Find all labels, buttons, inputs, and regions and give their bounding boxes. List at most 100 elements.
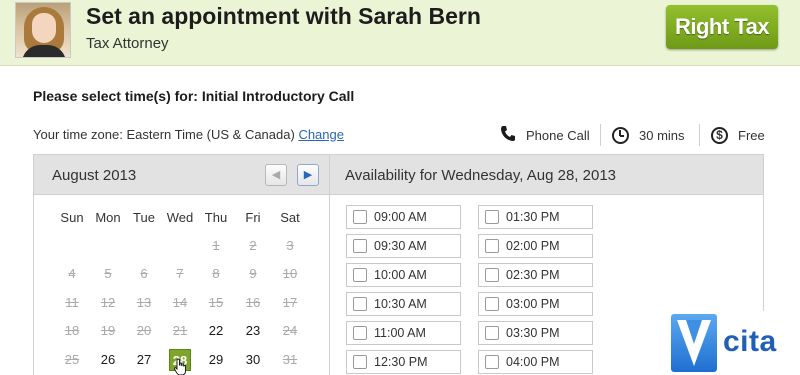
time-slot-label: 01:30 PM <box>506 210 560 224</box>
meeting-type-label: Phone Call <box>526 127 590 143</box>
vcita-watermark: cita <box>667 311 800 375</box>
time-slot-label: 09:30 AM <box>374 239 427 253</box>
weekday-header: Thu <box>204 210 228 225</box>
brand-logo: Right Tax <box>666 5 778 49</box>
vcita-wordmark: cita <box>723 325 777 358</box>
hand-cursor-icon <box>174 358 186 375</box>
time-slot-label: 02:30 PM <box>506 268 560 282</box>
time-slot-checkbox[interactable] <box>485 268 499 282</box>
time-slot[interactable]: 03:00 PM <box>478 292 593 316</box>
calendar-day: 25 <box>64 352 80 367</box>
vcita-logo <box>671 314 717 372</box>
weekday-header: Sun <box>60 210 84 225</box>
calendar-day[interactable]: 27 <box>129 349 159 371</box>
time-slot-checkbox[interactable] <box>485 326 499 340</box>
meeting-price: $ Free <box>711 121 765 149</box>
calendar-day[interactable]: 23 <box>238 320 268 342</box>
timezone-change-link[interactable]: Change <box>298 127 344 142</box>
time-slot-checkbox[interactable] <box>485 210 499 224</box>
calendar-day: 13 <box>136 295 152 310</box>
time-slot[interactable]: 10:00 AM <box>346 263 461 287</box>
avatar <box>15 2 71 58</box>
meta-divider <box>600 124 601 146</box>
clock-icon <box>612 126 629 144</box>
calendar-day[interactable]: 26 <box>93 349 123 371</box>
calendar-header: August 2013 ◀ ▶ <box>33 154 330 195</box>
weekday-header: Sat <box>280 210 300 225</box>
availability-header: Availability for Wednesday, Aug 28, 2013 <box>330 154 764 195</box>
calendar-month-label: August 2013 <box>52 167 137 184</box>
meeting-type: Phone Call <box>500 121 590 149</box>
phone-icon <box>500 125 516 145</box>
weekday-header: Fri <box>245 210 261 225</box>
page-subtitle: Tax Attorney <box>86 35 169 52</box>
time-slot[interactable]: 02:30 PM <box>478 263 593 287</box>
calendar-day: 5 <box>104 266 112 281</box>
time-slot-label: 10:00 AM <box>374 268 427 282</box>
time-slot-label: 03:30 PM <box>506 326 560 340</box>
time-slot-checkbox[interactable] <box>485 239 499 253</box>
time-slot-label: 09:00 AM <box>374 210 427 224</box>
time-slot[interactable]: 09:30 AM <box>346 234 461 258</box>
page-header: Set an appointment with Sarah Bern Tax A… <box>0 0 800 66</box>
time-slot-label: 11:00 AM <box>374 326 426 340</box>
time-slot-label: 03:00 PM <box>506 297 560 311</box>
calendar-day: 17 <box>282 295 298 310</box>
calendar-day[interactable]: 30 <box>238 349 268 371</box>
calendar-day: 3 <box>286 238 294 253</box>
calendar-day: 2 <box>249 238 257 253</box>
time-slot-checkbox[interactable] <box>353 210 367 224</box>
calendar-day: 18 <box>64 323 80 338</box>
chevron-right-icon: ▶ <box>303 169 313 181</box>
calendar-day: 20 <box>136 323 152 338</box>
service-prompt: Please select time(s) for: Initial Intro… <box>33 88 355 104</box>
calendar-day: 12 <box>100 295 116 310</box>
time-slot-checkbox[interactable] <box>353 355 367 369</box>
time-slot-checkbox[interactable] <box>485 297 499 311</box>
calendar-day: 9 <box>249 266 257 281</box>
time-slot[interactable]: 01:30 PM <box>478 205 593 229</box>
time-slot[interactable]: 11:00 AM <box>346 321 461 345</box>
chevron-left-icon: ◀ <box>271 169 281 181</box>
time-slot[interactable]: 09:00 AM <box>346 205 461 229</box>
time-slot[interactable]: 04:00 PM <box>478 350 593 374</box>
prev-month-button[interactable]: ◀ <box>265 164 287 186</box>
weekday-header: Mon <box>95 210 121 225</box>
time-slot-label: 04:00 PM <box>506 355 560 369</box>
time-slot-checkbox[interactable] <box>353 297 367 311</box>
timezone-label: Your time zone: Eastern Time (US & Canad… <box>33 127 295 142</box>
calendar-day: 6 <box>140 266 148 281</box>
meeting-duration: 30 mins <box>612 121 685 149</box>
time-slot-checkbox[interactable] <box>353 268 367 282</box>
next-month-button[interactable]: ▶ <box>297 164 319 186</box>
calendar-day[interactable]: 22 <box>201 320 231 342</box>
calendar-day: 4 <box>68 266 76 281</box>
weekday-header: Tue <box>133 210 155 225</box>
calendar-day: 14 <box>172 295 188 310</box>
calendar-day: 11 <box>65 295 79 310</box>
time-slot-checkbox[interactable] <box>353 326 367 340</box>
weekday-header: Wed <box>166 210 194 225</box>
time-slot[interactable]: 03:30 PM <box>478 321 593 345</box>
time-slot[interactable]: 02:00 PM <box>478 234 593 258</box>
calendar-day: 21 <box>172 323 188 338</box>
time-slot-label: 02:00 PM <box>506 239 560 253</box>
dollar-icon: $ <box>711 126 728 144</box>
calendar-day: 10 <box>282 266 298 281</box>
time-slot-checkbox[interactable] <box>485 355 499 369</box>
duration-label: 30 mins <box>639 127 685 143</box>
time-slot[interactable]: 12:30 PM <box>346 350 461 374</box>
calendar-day: 1 <box>212 238 220 253</box>
price-label: Free <box>738 127 765 143</box>
availability-title: Availability for Wednesday, Aug 28, 2013 <box>345 167 617 184</box>
time-slot-label: 12:30 PM <box>374 355 428 369</box>
time-slot-checkbox[interactable] <box>353 239 367 253</box>
calendar-day: 15 <box>208 295 224 310</box>
time-slot[interactable]: 10:30 AM <box>346 292 461 316</box>
meta-divider <box>699 124 700 146</box>
time-slot-label: 10:30 AM <box>374 297 427 311</box>
calendar-day: 19 <box>100 323 116 338</box>
calendar-day: 8 <box>212 266 220 281</box>
page-title: Set an appointment with Sarah Bern <box>86 3 481 29</box>
calendar-day[interactable]: 29 <box>201 349 231 371</box>
